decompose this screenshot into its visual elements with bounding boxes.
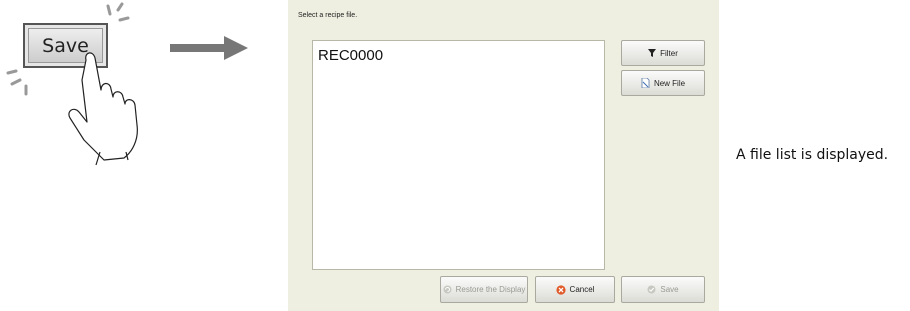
filter-icon <box>648 49 657 57</box>
filter-button[interactable]: Filter <box>621 40 705 66</box>
save-button-label: Save <box>660 285 679 294</box>
new-file-button[interactable]: New File <box>621 70 705 96</box>
filter-button-label: Filter <box>660 48 678 58</box>
restore-display-button-label: Restore the Display <box>455 285 526 294</box>
cancel-button-label: Cancel <box>569 285 595 294</box>
dialog-prompt: Select a recipe file. <box>298 12 358 19</box>
cancel-button[interactable]: Cancel <box>535 276 615 303</box>
new-file-icon <box>641 78 650 88</box>
save-button[interactable]: Save <box>621 276 705 303</box>
right-arrow-icon <box>170 36 248 60</box>
check-icon <box>647 285 656 294</box>
hand-pointer-icon <box>68 52 138 166</box>
stage: Save Select a recipe file. REC0000 Filte… <box>0 0 910 311</box>
new-file-button-label: New File <box>653 78 686 88</box>
cancel-icon <box>555 284 566 295</box>
restore-display-button[interactable]: Restore the Display <box>440 276 528 303</box>
caption: A file list is displayed. <box>736 147 889 163</box>
recipe-file-dialog: Select a recipe file. REC0000 Filter New… <box>288 0 719 311</box>
refresh-icon <box>443 285 452 294</box>
file-list[interactable]: REC0000 <box>312 40 605 270</box>
press-save-illustration: Save <box>0 0 160 170</box>
file-list-item[interactable]: REC0000 <box>318 47 383 64</box>
